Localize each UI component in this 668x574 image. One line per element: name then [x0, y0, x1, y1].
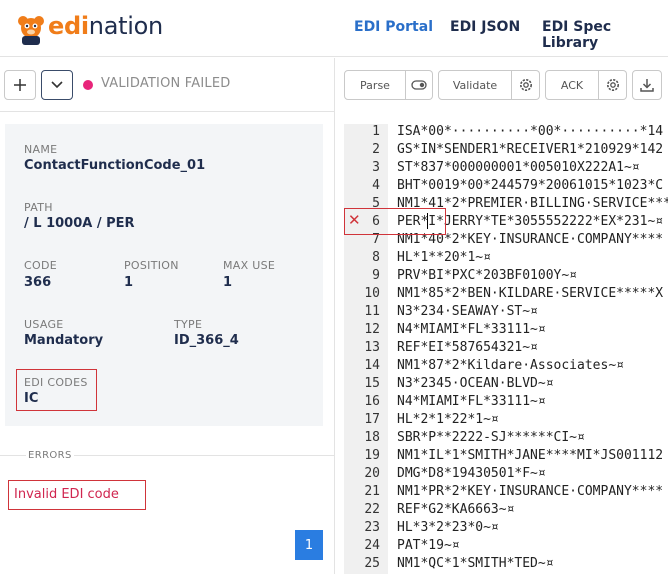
- code-line[interactable]: NM1*QC*1*SMITH*TED~¤: [397, 556, 668, 571]
- line-number: 15: [364, 376, 380, 391]
- code-line[interactable]: REF*EI*587654321~¤: [397, 340, 668, 355]
- line-number: 22: [364, 502, 380, 517]
- code-line[interactable]: N4*MIAMI*FL*33111~¤: [397, 322, 668, 337]
- code-line[interactable]: NM1*87*2*Kildare·Associates~¤: [397, 358, 668, 373]
- type-label: TYPE: [174, 318, 203, 331]
- error-message[interactable]: Invalid EDI code: [14, 487, 119, 502]
- position-value: 1: [124, 275, 134, 290]
- ack-button[interactable]: ACK: [545, 70, 599, 100]
- nav-edi-spec-library[interactable]: EDI Spec Library: [542, 19, 668, 51]
- code-line[interactable]: NM1*PR*2*KEY·INSURANCE·COMPANY****: [397, 484, 668, 499]
- usage-label: USAGE: [24, 318, 64, 331]
- line-number: 11: [364, 304, 380, 319]
- error-x-icon[interactable]: ✕: [348, 211, 361, 229]
- edi-codes-label: EDI CODES: [24, 376, 88, 389]
- toggle-icon: [411, 80, 427, 90]
- edi-codes-value: IC: [24, 391, 39, 406]
- nav-edi-portal[interactable]: EDI Portal: [354, 19, 433, 35]
- path-value: / L 1000A / PER: [24, 216, 135, 231]
- code-line[interactable]: DMG*D8*19430501*F~¤: [397, 466, 668, 481]
- code-line[interactable]: HL*3*2*23*0~¤: [397, 520, 668, 535]
- line-number: 25: [364, 556, 380, 571]
- line-number: 23: [364, 520, 380, 535]
- path-label: PATH: [24, 201, 53, 214]
- text-caret: [427, 213, 428, 229]
- parse-button[interactable]: Parse: [344, 70, 406, 100]
- download-button[interactable]: [632, 70, 662, 100]
- code-line[interactable]: HL*2*1*22*1~¤: [397, 412, 668, 427]
- name-label: NAME: [24, 143, 58, 156]
- validate-settings-button[interactable]: [512, 70, 540, 100]
- nav-edi-json[interactable]: EDI JSON: [450, 19, 520, 35]
- usage-value: Mandatory: [24, 333, 104, 348]
- line-number: 2: [372, 142, 380, 157]
- line-number: 14: [364, 358, 380, 373]
- code-line[interactable]: HL*1**20*1~¤: [397, 250, 668, 265]
- brand-part-2: nation: [88, 12, 163, 40]
- max-use-value: 1: [223, 275, 233, 290]
- code-line[interactable]: NM1*85*2*BEN·KILDARE·SERVICE*****X: [397, 286, 668, 301]
- line-number: 20: [364, 466, 380, 481]
- pagination-page-1[interactable]: 1: [295, 530, 323, 560]
- panel-divider[interactable]: [334, 58, 335, 574]
- code-line[interactable]: ISA*00*··········*00*··········*14: [397, 124, 668, 139]
- line-number: 1: [372, 124, 380, 139]
- line-number: 16: [364, 394, 380, 409]
- add-button[interactable]: [4, 70, 36, 100]
- line-number: 12: [364, 322, 380, 337]
- line-number: 10: [364, 286, 380, 301]
- dropdown-button[interactable]: [41, 70, 73, 100]
- code-line[interactable]: ST*837*000000001*005010X222A1~¤: [397, 160, 668, 175]
- code-line[interactable]: N3*2345·OCEAN·BLVD~¤: [397, 376, 668, 391]
- validate-button[interactable]: Validate: [438, 70, 512, 100]
- brand-part-1: edi: [48, 12, 89, 40]
- max-use-label: MAX USE: [223, 259, 276, 272]
- ack-settings-button[interactable]: [599, 70, 627, 100]
- code-line[interactable]: REF*G2*KA6663~¤: [397, 502, 668, 517]
- code-line[interactable]: BHT*0019*00*244579*20061015*1023*C: [397, 178, 668, 193]
- parse-toggle-button[interactable]: [406, 70, 433, 100]
- brand-name[interactable]: edination: [48, 12, 163, 40]
- code-line[interactable]: GS*IN*SENDER1*RECEIVER1*210929*142: [397, 142, 668, 157]
- name-value: ContactFunctionCode_01: [24, 158, 206, 173]
- app-header: edination EDI Portal EDI JSON EDI Spec L…: [0, 0, 668, 57]
- validation-status: VALIDATION FAILED: [101, 76, 231, 91]
- line-number: 24: [364, 538, 380, 553]
- code-line[interactable]: NM1*IL*1*SMITH*JANE****MI*JS001112: [397, 448, 668, 463]
- code-line[interactable]: N4*MIAMI*FL*33111~¤: [397, 394, 668, 409]
- chevron-down-icon: [51, 81, 63, 89]
- left-toolbar: VALIDATION FAILED: [0, 58, 334, 112]
- code-line[interactable]: PRV*BI*PXC*203BF0100Y~¤: [397, 268, 668, 283]
- code-line[interactable]: PAT*19~¤: [397, 538, 668, 553]
- edination-logo-icon[interactable]: [16, 14, 46, 46]
- type-value: ID_366_4: [174, 333, 239, 348]
- line-number: 17: [364, 412, 380, 427]
- position-label: POSITION: [124, 259, 179, 272]
- errors-label: ERRORS: [26, 450, 74, 461]
- line-number: 18: [364, 430, 380, 445]
- code-line[interactable]: N3*234·SEAWAY·ST~¤: [397, 304, 668, 319]
- line-number: 3: [372, 160, 380, 175]
- gear-icon: [606, 79, 619, 91]
- line-number: 4: [372, 178, 380, 193]
- status-dot: [83, 80, 93, 90]
- download-icon: [640, 79, 654, 92]
- plus-icon: [14, 79, 26, 91]
- code-value: 366: [24, 275, 52, 290]
- code-line[interactable]: SBR*P**2222-SJ******CI~¤: [397, 430, 668, 445]
- line-number: 13: [364, 340, 380, 355]
- gear-icon: [519, 79, 532, 91]
- line-number: 8: [372, 250, 380, 265]
- line-number: 21: [364, 484, 380, 499]
- line-number: 9: [372, 268, 380, 283]
- line-number: 19: [364, 448, 380, 463]
- code-label: CODE: [24, 259, 57, 272]
